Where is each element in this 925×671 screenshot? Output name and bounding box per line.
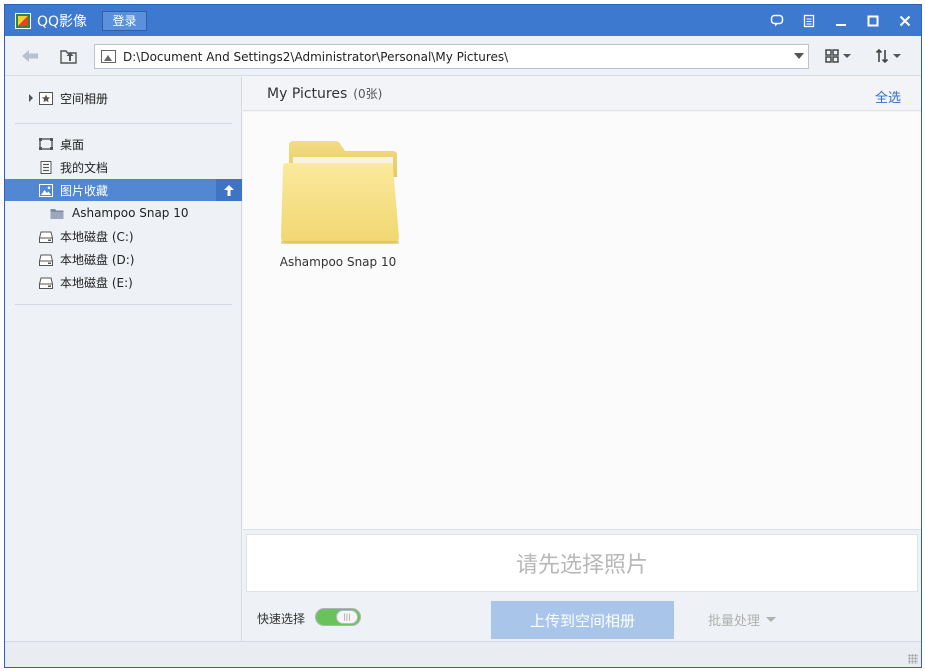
back-arrow-icon[interactable] <box>19 45 41 67</box>
chevron-down-icon <box>893 54 901 58</box>
page-title: My Pictures (0张) <box>267 85 382 102</box>
sort-icon <box>875 48 889 64</box>
arrow-up-icon <box>224 184 234 196</box>
folder-icon <box>50 208 64 219</box>
skin-icon[interactable] <box>793 5 825 36</box>
minimize-icon[interactable] <box>825 5 857 36</box>
cloud-album-icon <box>39 91 53 105</box>
address-bar[interactable]: D:\Document And Settings2\Administrator\… <box>94 44 809 69</box>
view-grid-icon <box>825 49 839 63</box>
batch-process-button[interactable]: 批量处理 <box>708 610 777 629</box>
sidebar-item-drive-d[interactable]: 本地磁盘 (D:) <box>5 248 242 270</box>
app-window: QQ影像 登录 D:\Document And Settings2\Admini… <box>4 4 922 668</box>
sidebar-item-drive-e[interactable]: 本地磁盘 (E:) <box>5 271 242 293</box>
sidebar-item-label: 我的文档 <box>60 160 109 175</box>
picture-icon <box>101 50 116 63</box>
sidebar-item-label: 本地磁盘 (E:) <box>60 275 133 290</box>
toggle-knob[interactable]: ||| <box>336 610 358 624</box>
drive-icon <box>39 277 53 289</box>
drive-icon <box>39 254 53 266</box>
maximize-icon[interactable] <box>857 5 889 36</box>
folder-header: My Pictures (0张) 全选 <box>243 77 921 111</box>
expand-arrow-icon[interactable] <box>27 94 35 102</box>
login-button[interactable]: 登录 <box>102 11 147 31</box>
quick-select-label: 快速选择 <box>257 612 306 626</box>
sidebar-divider <box>15 304 232 305</box>
select-all-link[interactable]: 全选 <box>875 87 901 106</box>
sidebar-item-label: 图片收藏 <box>60 183 109 198</box>
sidebar: 空间相册 桌面 我的文档 图片收藏 Ashampoo Snap 10 本地磁盘 … <box>5 77 242 641</box>
sort-button[interactable] <box>875 46 901 66</box>
dropdown-icon[interactable] <box>794 53 804 59</box>
folder-name: My Pictures <box>267 86 348 102</box>
sidebar-item-label: 桌面 <box>60 137 85 152</box>
folder-tile[interactable]: Ashampoo Snap 10 <box>273 137 403 277</box>
quick-select-toggle[interactable]: ||| <box>315 608 361 626</box>
window-controls <box>761 5 921 36</box>
sidebar-item-documents[interactable]: 我的文档 <box>5 156 242 178</box>
upload-shortcut-button[interactable] <box>216 179 242 201</box>
folder-icon <box>281 141 399 244</box>
desktop-icon <box>39 137 53 150</box>
upload-panel: 请先选择照片 快速选择 ||| 上传到空间相册 批量处理 <box>243 529 921 641</box>
upload-to-album-button[interactable]: 上传到空间相册 <box>491 601 674 639</box>
parent-folder-icon[interactable] <box>58 45 80 67</box>
sidebar-item-label: 空间相册 <box>60 91 109 106</box>
app-logo-icon <box>15 13 31 29</box>
sidebar-item-desktop[interactable]: 桌面 <box>5 133 242 155</box>
app-title: QQ影像 <box>37 14 88 30</box>
sidebar-item-ashampoo-folder[interactable]: Ashampoo Snap 10 <box>5 202 242 224</box>
drive-icon <box>39 231 53 243</box>
sidebar-item-label: Ashampoo Snap 10 <box>72 206 189 220</box>
folder-tile-label: Ashampoo Snap 10 <box>279 255 397 269</box>
sidebar-item-pictures[interactable]: 图片收藏 <box>5 179 242 201</box>
feedback-icon[interactable] <box>761 5 793 36</box>
photo-count: (0张) <box>353 87 383 101</box>
documents-icon <box>40 160 52 174</box>
toolbar: D:\Document And Settings2\Administrator\… <box>5 36 921 76</box>
sidebar-item-label: 本地磁盘 (C:) <box>60 229 134 244</box>
thumbnail-grid: Ashampoo Snap 10 <box>243 112 921 529</box>
status-bar <box>5 641 921 667</box>
batch-process-label: 批量处理 <box>708 614 761 629</box>
close-icon[interactable] <box>889 5 921 36</box>
sidebar-item-cloud-album[interactable]: 空间相册 <box>5 87 242 109</box>
sidebar-divider <box>15 123 232 124</box>
chevron-down-icon <box>766 617 777 622</box>
title-bar: QQ影像 登录 <box>5 5 921 36</box>
chevron-down-icon <box>843 54 851 58</box>
sidebar-item-label: 本地磁盘 (D:) <box>60 252 135 267</box>
pictures-icon <box>39 183 53 197</box>
resize-grip-icon[interactable] <box>908 654 918 664</box>
address-path[interactable]: D:\Document And Settings2\Administrator\… <box>123 50 508 64</box>
selection-hint: 请先选择照片 <box>246 534 918 592</box>
sidebar-item-drive-c[interactable]: 本地磁盘 (C:) <box>5 225 242 247</box>
view-mode-button[interactable] <box>825 46 851 66</box>
